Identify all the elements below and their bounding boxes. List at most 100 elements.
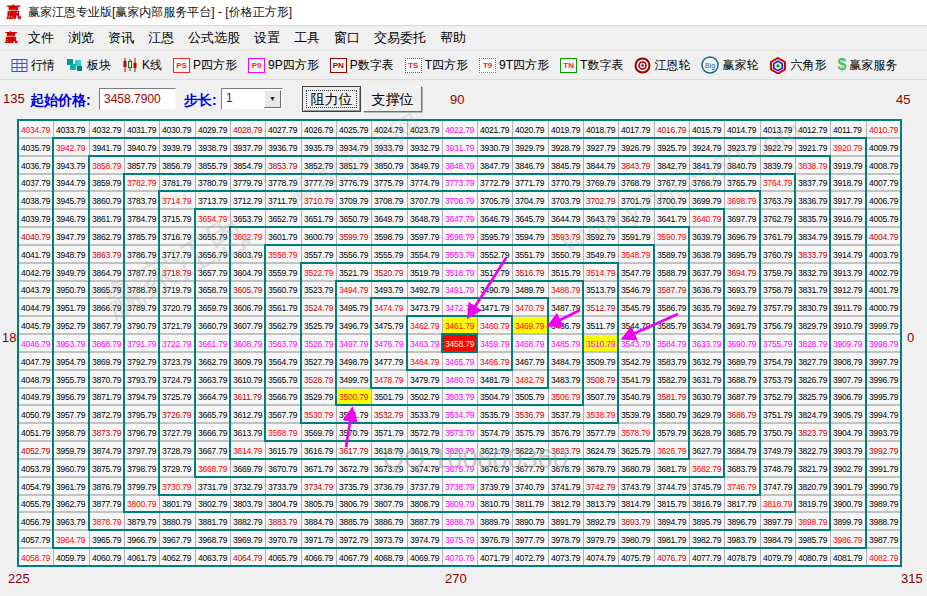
combo-dropdown-button[interactable]: ▼ (264, 90, 281, 108)
price-cell[interactable]: 3811.79 (512, 495, 548, 512)
price-cell[interactable]: 3933.79 (371, 138, 407, 156)
price-cell[interactable]: 3661.79 (195, 334, 230, 352)
price-cell[interactable]: 3859.79 (89, 174, 124, 191)
price-cell[interactable]: 3709.79 (336, 191, 371, 209)
price-cell[interactable]: 3518.79 (442, 263, 477, 281)
price-cell[interactable]: 3913.79 (830, 263, 866, 281)
price-cell[interactable]: 3934.79 (336, 138, 371, 156)
price-cell[interactable]: 3821.79 (795, 459, 830, 477)
price-cell[interactable]: 3771.79 (512, 174, 548, 191)
price-cell[interactable]: 3783.79 (124, 191, 159, 209)
price-cell[interactable]: 3828.79 (795, 334, 830, 352)
price-cell[interactable]: 3730.79 (159, 477, 195, 495)
price-cell[interactable]: 3614.79 (230, 441, 265, 459)
price-cell[interactable]: 3882.79 (230, 512, 265, 530)
menu-item-资讯[interactable]: 资讯 (101, 29, 141, 47)
price-cell[interactable]: 4029.79 (195, 120, 230, 138)
menu-item-帮助[interactable]: 帮助 (433, 29, 473, 47)
price-cell[interactable]: 3999.79 (866, 316, 901, 334)
price-cell[interactable]: 3937.79 (230, 138, 265, 156)
price-cell[interactable]: 3892.79 (583, 512, 618, 530)
price-cell[interactable]: 3985.79 (795, 530, 830, 548)
price-cell[interactable]: 3505.79 (512, 388, 548, 405)
price-cell[interactable]: 3582.79 (654, 370, 689, 388)
price-cell[interactable]: 3596.79 (442, 227, 477, 245)
price-cell[interactable]: 3483.79 (548, 370, 583, 388)
price-cell[interactable]: 3544.79 (618, 316, 654, 334)
price-cell[interactable]: 4007.79 (866, 174, 901, 191)
price-cell[interactable]: 3912.79 (830, 281, 866, 298)
price-cell[interactable]: 3721.79 (159, 316, 195, 334)
price-cell[interactable]: 4031.79 (124, 120, 159, 138)
price-cell[interactable]: 3767.79 (654, 174, 689, 191)
price-cell[interactable]: 3750.79 (760, 423, 795, 441)
price-cell[interactable]: 3549.79 (583, 245, 618, 263)
price-cell[interactable]: 3689.79 (724, 352, 760, 370)
price-cell[interactable]: 3684.79 (724, 441, 760, 459)
price-cell[interactable]: 3967.79 (159, 530, 195, 548)
price-cell[interactable]: 3621.79 (477, 441, 512, 459)
price-cell[interactable]: 3708.79 (371, 191, 407, 209)
price-cell[interactable]: 3986.79 (830, 530, 866, 548)
price-cell[interactable]: 3870.79 (89, 370, 124, 388)
price-cell[interactable]: 3994.79 (866, 405, 901, 423)
price-cell[interactable]: 3632.79 (689, 352, 724, 370)
price-cell[interactable]: 3947.79 (53, 227, 89, 245)
price-cell[interactable]: 3564.79 (265, 352, 301, 370)
price-cell[interactable]: 3971.79 (301, 530, 336, 548)
price-cell[interactable]: 3514.79 (583, 263, 618, 281)
price-cell[interactable]: 3844.79 (583, 156, 618, 174)
price-cell[interactable]: 3672.79 (336, 459, 371, 477)
price-cell[interactable]: 3845.79 (548, 156, 583, 174)
price-cell[interactable]: 3835.79 (795, 209, 830, 227)
price-cell[interactable]: 3987.79 (866, 530, 901, 548)
price-cell[interactable]: 3770.79 (548, 174, 583, 191)
price-cell[interactable]: 3955.79 (53, 370, 89, 388)
price-cell[interactable]: 3861.79 (89, 209, 124, 227)
price-cell[interactable]: 3979.79 (583, 530, 618, 548)
price-cell[interactable]: 4020.79 (512, 120, 548, 138)
price-cell[interactable]: 3612.79 (230, 405, 265, 423)
price-cell[interactable]: 3896.79 (724, 512, 760, 530)
price-cell[interactable]: 3498.79 (336, 352, 371, 370)
price-cell[interactable]: 3961.79 (53, 477, 89, 495)
price-cell[interactable]: 3977.79 (512, 530, 548, 548)
price-cell[interactable]: 3694.79 (724, 263, 760, 281)
price-cell[interactable]: 3716.79 (159, 227, 195, 245)
price-cell[interactable]: 3670.79 (265, 459, 301, 477)
price-cell[interactable]: 3718.79 (159, 263, 195, 281)
price-cell[interactable]: 3763.79 (760, 191, 795, 209)
price-cell[interactable]: 3580.79 (654, 405, 689, 423)
price-cell[interactable]: 3872.79 (89, 405, 124, 423)
price-cell[interactable]: 4068.79 (371, 548, 407, 566)
price-cell[interactable]: 3512.79 (583, 298, 618, 316)
price-cell[interactable]: 3869.79 (89, 352, 124, 370)
price-cell[interactable]: 3959.79 (53, 441, 89, 459)
price-cell[interactable]: 4022.79 (442, 120, 477, 138)
price-cell[interactable]: 3710.79 (301, 191, 336, 209)
price-cell[interactable]: 3888.79 (442, 512, 477, 530)
price-cell[interactable]: 3862.79 (89, 227, 124, 245)
toolbar-button-板块[interactable]: 板块 (66, 57, 111, 74)
price-cell[interactable]: 3702.79 (583, 191, 618, 209)
price-cell[interactable]: 3917.79 (830, 191, 866, 209)
price-cell[interactable]: 3887.79 (407, 512, 442, 530)
price-cell[interactable]: 4049.79 (18, 388, 53, 405)
price-cell[interactable]: 3944.79 (53, 174, 89, 191)
price-cell[interactable]: 3624.79 (583, 441, 618, 459)
price-cell[interactable]: 3489.79 (512, 281, 548, 298)
price-cell[interactable]: 3936.79 (265, 138, 301, 156)
price-cell[interactable]: 3681.79 (654, 459, 689, 477)
price-cell[interactable]: 4016.79 (654, 120, 689, 138)
price-cell[interactable]: 3800.79 (124, 495, 159, 512)
price-cell[interactable]: 3676.79 (477, 459, 512, 477)
toolbar-button-六角形[interactable]: 六角形 (769, 57, 826, 74)
price-cell[interactable]: 3772.79 (477, 174, 512, 191)
price-cell[interactable]: 4025.79 (336, 120, 371, 138)
price-cell[interactable]: 3817.79 (724, 495, 760, 512)
price-cell[interactable]: 4044.79 (18, 298, 53, 316)
price-cell[interactable]: 3548.79 (618, 245, 654, 263)
price-cell[interactable]: 3911.79 (830, 298, 866, 316)
price-cell[interactable]: 3644.79 (548, 209, 583, 227)
price-cell[interactable]: 4077.79 (689, 548, 724, 566)
